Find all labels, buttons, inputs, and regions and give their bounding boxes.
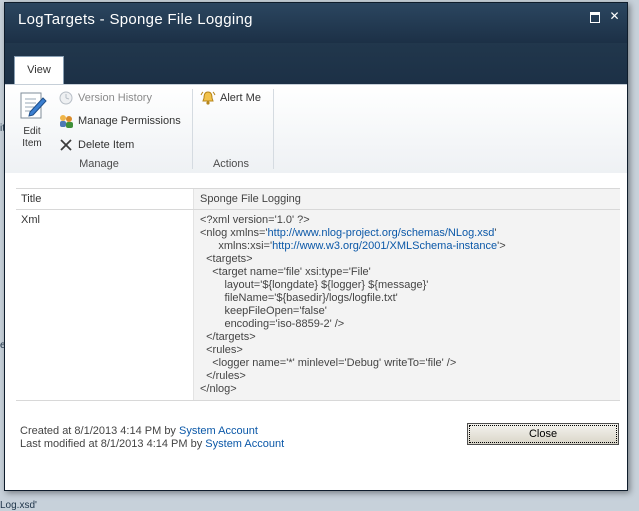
dialog-window: LogTargets - Sponge File Logging ✕ View …	[4, 2, 628, 491]
ribbon-tabstrip: View	[5, 43, 627, 85]
tab-view[interactable]: View	[14, 56, 64, 84]
modified-by-link[interactable]: System Account	[205, 438, 284, 450]
field-label-xml: Xml	[21, 214, 40, 226]
created-line: Created at 8/1/2013 4:14 PM by System Ac…	[20, 425, 284, 438]
permissions-icon	[60, 115, 73, 128]
field-row-title: Title Sponge File Logging	[16, 189, 620, 210]
field-value-title: Sponge File Logging	[193, 189, 620, 209]
xml-line: <nlog xmlns='	[200, 227, 268, 239]
manage-permissions-button[interactable]: Manage Permissions	[58, 112, 181, 130]
clock-history-icon	[59, 91, 73, 105]
modified-line: Last modified at 8/1/2013 4:14 PM by Sys…	[20, 438, 284, 451]
xml-line: '	[494, 227, 497, 239]
xml-body: <targets> <target name='file' xsi:type='…	[200, 253, 457, 395]
item-footer: Created at 8/1/2013 4:14 PM by System Ac…	[20, 425, 284, 451]
actions-group-label: Actions	[212, 158, 250, 170]
version-history-label: Version History	[78, 92, 152, 104]
dialog-titlebar: LogTargets - Sponge File Logging ✕	[5, 3, 627, 43]
delete-item-label: Delete Item	[78, 139, 135, 151]
created-text: Created at 8/1/2013 4:14 PM by	[20, 425, 176, 437]
nlog-schema-link[interactable]: http://www.nlog-project.org/schemas/NLog…	[268, 227, 495, 239]
dialog-content: Title Sponge File Logging Xml <?xml vers…	[5, 173, 627, 490]
alert-me-button[interactable]: Alert Me	[200, 89, 261, 107]
manage-group-label: Manage	[79, 158, 119, 170]
alert-me-label: Alert Me	[220, 92, 261, 104]
xmlschema-instance-link[interactable]: http://www.w3.org/2001/XMLSchema-instanc…	[272, 240, 497, 252]
delete-item-button[interactable]: Delete Item	[58, 136, 134, 154]
edit-item-button[interactable]: Edit Item	[13, 90, 51, 150]
ribbon-group-divider	[273, 89, 274, 169]
edit-item-icon	[20, 92, 47, 119]
ribbon: Edit Item Version History Manage Permiss…	[5, 84, 627, 174]
modified-text: Last modified at 8/1/2013 4:14 PM by	[20, 438, 203, 450]
version-history-button[interactable]: Version History	[58, 89, 152, 107]
close-icon[interactable]: ✕	[609, 10, 620, 22]
close-button[interactable]: Close	[467, 423, 619, 445]
edit-item-label-1: Edit	[23, 126, 41, 137]
maximize-icon[interactable]	[590, 12, 600, 23]
xml-line: xmlns:xsi='	[200, 240, 273, 252]
created-by-link[interactable]: System Account	[179, 425, 258, 437]
field-row-xml: Xml <?xml version='1.0' ?> <nlog xmlns='…	[16, 210, 620, 401]
item-properties-table: Title Sponge File Logging Xml <?xml vers…	[16, 188, 620, 401]
manage-permissions-label: Manage Permissions	[78, 115, 181, 127]
xml-line: <?xml version='1.0' ?>	[200, 214, 310, 226]
field-label-title: Title	[21, 193, 42, 205]
delete-x-icon	[60, 139, 72, 151]
edit-item-label-2: Item	[22, 138, 42, 149]
background-text-fragment: Log.xsd'	[0, 500, 37, 511]
xml-line: '>	[497, 240, 506, 252]
bell-alert-icon	[200, 91, 216, 105]
field-value-xml: <?xml version='1.0' ?> <nlog xmlns='http…	[193, 210, 620, 400]
dialog-title: LogTargets - Sponge File Logging	[18, 11, 253, 28]
ribbon-group-divider	[192, 89, 193, 169]
